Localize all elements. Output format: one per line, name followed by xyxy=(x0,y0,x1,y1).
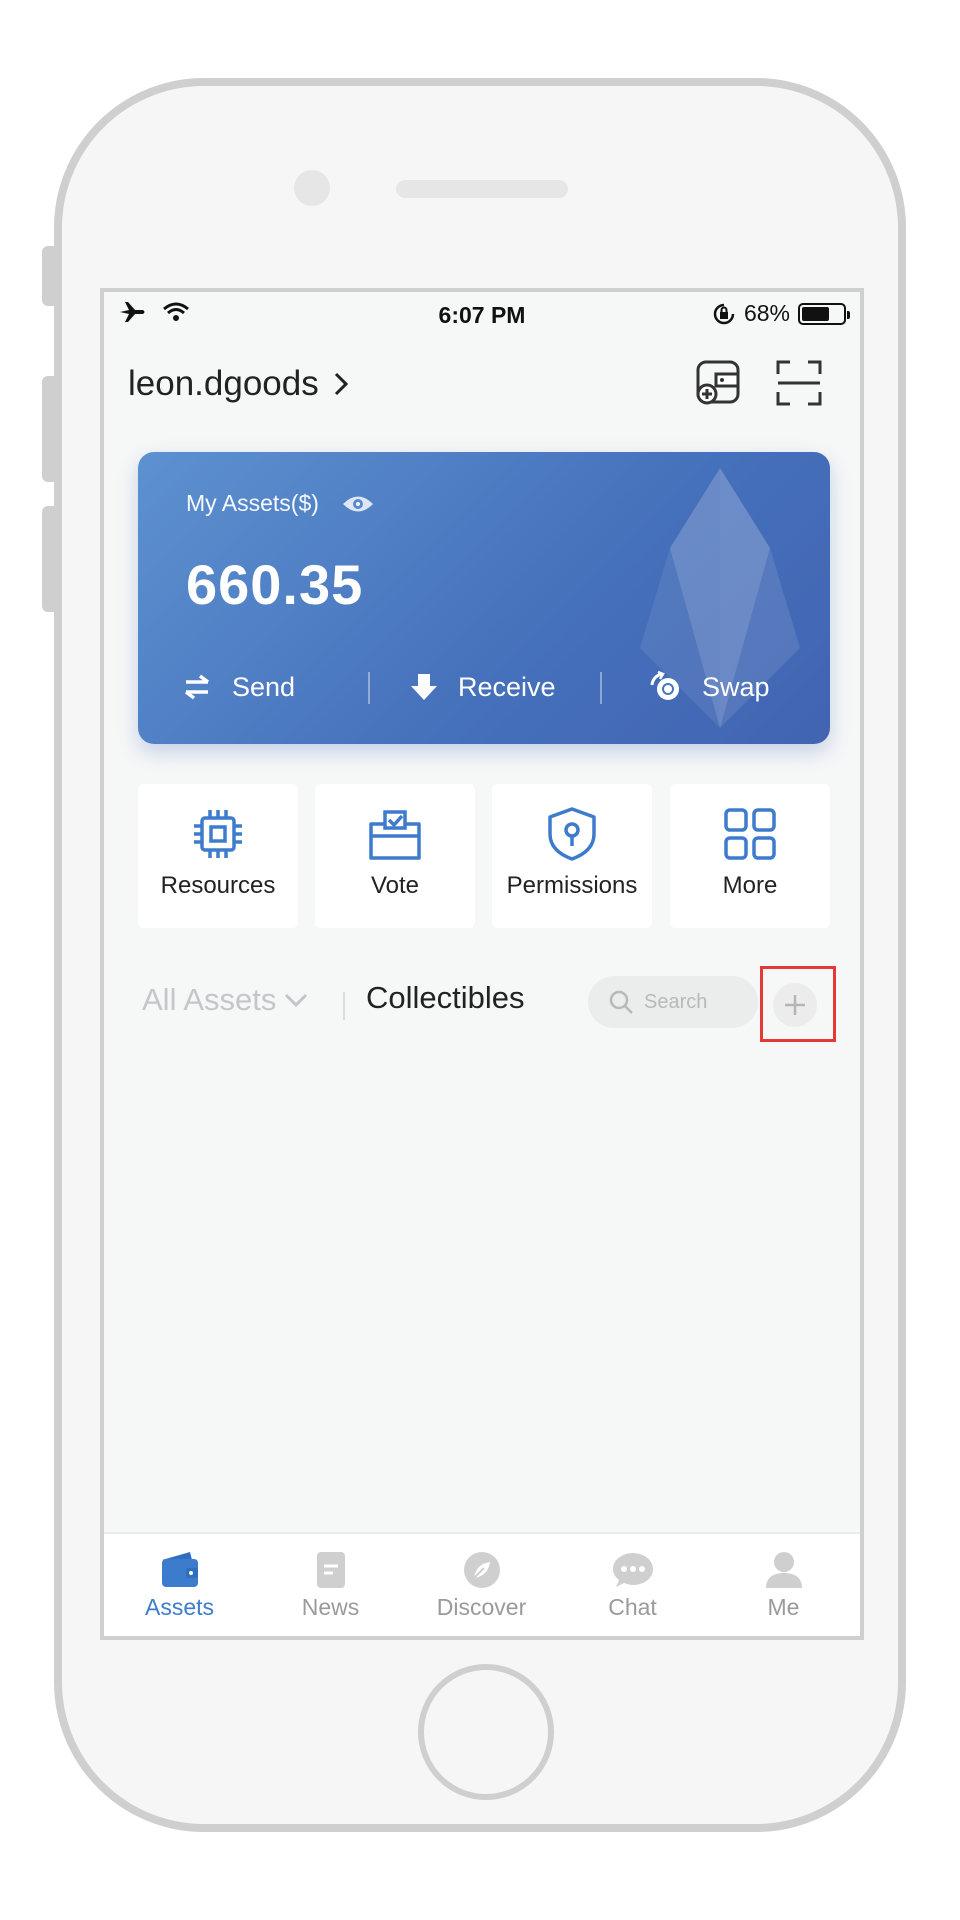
chevron-right-icon xyxy=(334,372,348,396)
status-right: 68% xyxy=(712,300,850,327)
chevron-down-icon xyxy=(285,993,308,1008)
eye-icon[interactable] xyxy=(341,493,375,515)
shield-key-icon xyxy=(548,807,596,861)
all-assets-dropdown[interactable]: All Assets xyxy=(142,982,308,1018)
tile-more-label: More xyxy=(722,872,778,899)
asset-filter-row: All Assets Collectibles Search xyxy=(104,964,860,1044)
chip-icon xyxy=(194,810,242,858)
total-assets-value: 660.35 xyxy=(186,553,364,616)
collectibles-tab[interactable]: Collectibles xyxy=(366,980,525,1016)
add-asset-button[interactable] xyxy=(773,983,817,1027)
swap-label: Swap xyxy=(702,671,770,702)
filter-divider xyxy=(343,992,345,1020)
compass-leaf-icon xyxy=(463,1552,500,1588)
receive-label: Receive xyxy=(458,671,556,702)
account-switcher[interactable]: leon.dgoods xyxy=(128,364,349,404)
battery-fill xyxy=(802,306,829,321)
card-actions: Send Receive Swap xyxy=(138,662,830,712)
tab-news-label: News xyxy=(301,1594,360,1620)
tab-chat[interactable]: Chat xyxy=(557,1534,708,1636)
grid-icon xyxy=(724,808,776,860)
tab-me[interactable]: Me xyxy=(708,1534,859,1636)
tile-vote[interactable]: Vote xyxy=(315,784,475,928)
my-assets-text: My Assets($) xyxy=(186,490,319,516)
send-label: Send xyxy=(232,671,296,702)
tab-discover[interactable]: Discover xyxy=(406,1534,557,1636)
chat-bubble-icon xyxy=(612,1553,653,1587)
tab-discover-label: Discover xyxy=(436,1594,527,1620)
send-button[interactable]: Send xyxy=(182,662,295,712)
swap-coins-icon xyxy=(650,671,679,700)
assets-card: My Assets($) 660.35 Send Receive Swap xyxy=(138,452,830,744)
scan-icon[interactable] xyxy=(774,358,824,408)
my-assets-label: My Assets($) xyxy=(186,490,375,517)
ballot-box-icon xyxy=(369,810,421,860)
tab-assets-label: Assets xyxy=(144,1594,215,1620)
volume-up-button xyxy=(42,376,54,482)
swap-button[interactable]: Swap xyxy=(650,662,770,712)
tile-resources[interactable]: Resources xyxy=(138,784,298,928)
search-input[interactable]: Search xyxy=(588,976,758,1028)
battery-percent: 68% xyxy=(743,300,790,326)
tab-assets[interactable]: Assets xyxy=(104,1534,255,1636)
search-placeholder: Search xyxy=(644,990,708,1013)
earpiece-speaker xyxy=(396,180,568,198)
app-screen: 6:07 PM 68% leon.dgoods My Assets($) 660… xyxy=(100,288,864,1640)
download-arrow-icon xyxy=(411,674,437,700)
search-icon xyxy=(609,990,633,1014)
tab-news[interactable]: News xyxy=(255,1534,406,1636)
add-wallet-icon[interactable] xyxy=(694,358,744,408)
tile-permissions[interactable]: Permissions xyxy=(492,784,652,928)
bottom-tab-bar: Assets News Discover Chat Me xyxy=(104,1532,860,1636)
volume-down-button xyxy=(42,506,54,612)
tab-chat-label: Chat xyxy=(608,1594,657,1620)
wallet-icon xyxy=(161,1552,198,1587)
plus-icon xyxy=(785,995,805,1015)
status-bar: 6:07 PM 68% xyxy=(104,292,860,334)
mute-switch xyxy=(42,246,54,306)
receive-button[interactable]: Receive xyxy=(410,662,556,712)
quick-actions: Resources Vote Permissions More xyxy=(138,784,830,928)
all-assets-label: All Assets xyxy=(142,982,277,1017)
tile-permissions-label: Permissions xyxy=(506,872,638,899)
document-icon xyxy=(316,1552,345,1588)
tab-me-label: Me xyxy=(767,1594,800,1620)
header: leon.dgoods xyxy=(104,352,860,422)
action-divider xyxy=(600,672,602,704)
action-divider xyxy=(368,672,370,704)
rotation-lock-icon xyxy=(713,303,735,324)
account-name: leon.dgoods xyxy=(128,364,319,403)
person-icon xyxy=(765,1552,802,1588)
tile-resources-label: Resources xyxy=(160,872,276,899)
add-asset-highlight xyxy=(760,966,836,1042)
home-button[interactable] xyxy=(418,1664,554,1800)
tile-more[interactable]: More xyxy=(670,784,830,928)
tile-vote-label: Vote xyxy=(370,872,420,899)
front-camera xyxy=(294,170,330,206)
swap-arrows-icon xyxy=(184,674,210,700)
battery-icon xyxy=(798,302,850,325)
